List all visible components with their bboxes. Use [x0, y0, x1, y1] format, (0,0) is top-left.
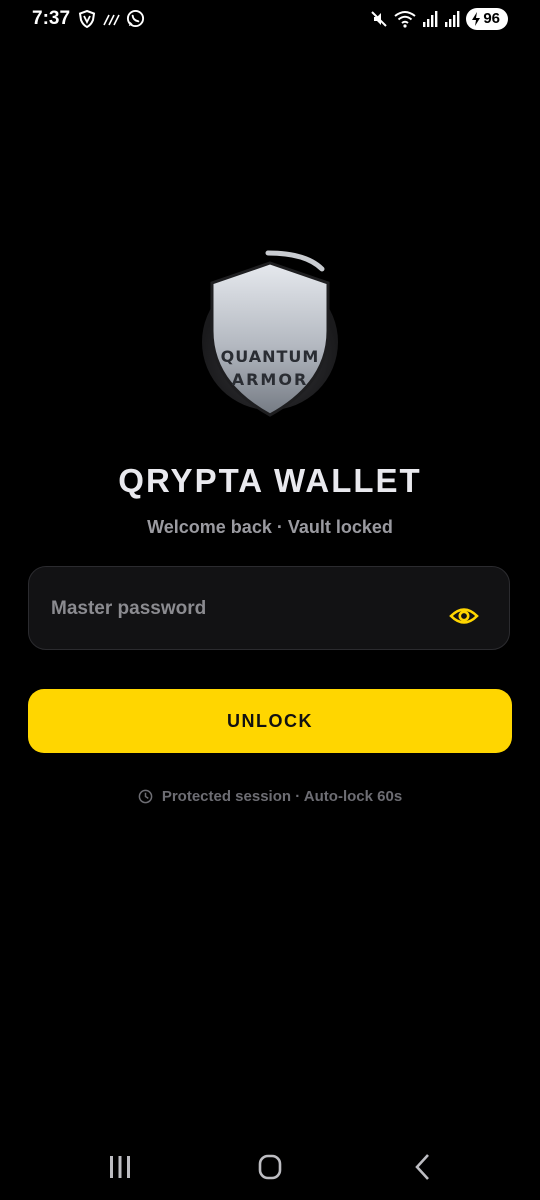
- password-field[interactable]: [28, 566, 510, 650]
- mute-icon: [371, 11, 388, 27]
- status-left-icons: [78, 9, 145, 28]
- back-icon[interactable]: [403, 1152, 443, 1182]
- session-note: Protected session · Auto-lock 60s: [0, 788, 540, 805]
- battery-charging-icon: [472, 12, 481, 26]
- master-password-input[interactable]: [51, 589, 441, 629]
- app-title: QRYPTA WALLET: [118, 462, 422, 499]
- unlock-button[interactable]: UNLOCK: [28, 689, 512, 753]
- clock-icon: [138, 789, 153, 804]
- status-bar: 7:37 96: [0, 0, 540, 40]
- home-icon[interactable]: [250, 1152, 290, 1182]
- wifi-icon: [394, 11, 416, 28]
- logo-text-line2: ARMOR: [232, 370, 309, 389]
- recents-icon[interactable]: [100, 1152, 140, 1182]
- shield-logo: QUANTUM ARMOR: [202, 250, 338, 417]
- signal-bars-icon: [445, 11, 460, 27]
- whatsapp-icon: [126, 9, 145, 28]
- status-time: 7:37: [32, 8, 71, 29]
- navigation-bar: [0, 1140, 540, 1200]
- signal-hash-icon: [103, 14, 120, 25]
- status-right-icons: 96: [370, 8, 508, 30]
- battery-level: 96: [483, 10, 500, 27]
- app-subtitle: Welcome back · Vault locked: [147, 517, 393, 537]
- logo-text-line1: QUANTUM: [221, 347, 320, 366]
- session-note-text: Protected session · Auto-lock 60s: [161, 788, 403, 805]
- vpn-shield-icon: [78, 9, 96, 28]
- eye-icon[interactable]: [449, 605, 479, 627]
- battery-indicator: 96: [466, 8, 508, 30]
- signal-bars-icon: [423, 11, 438, 27]
